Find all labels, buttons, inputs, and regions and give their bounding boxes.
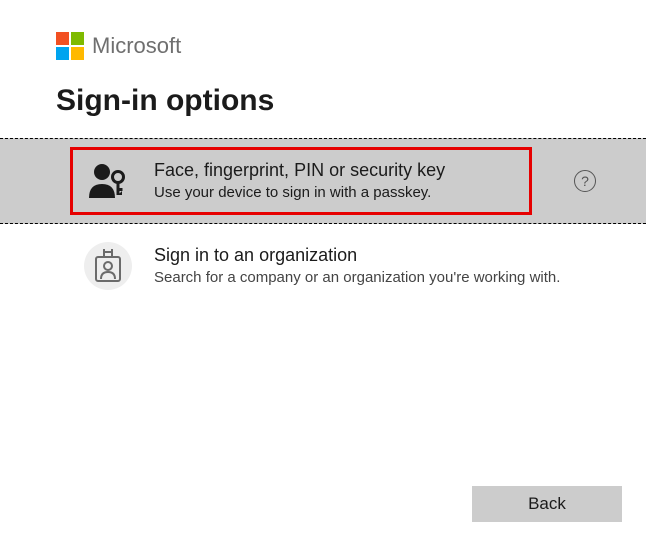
help-icon[interactable]: ? [574,170,596,192]
option-description: Use your device to sign in with a passke… [154,183,554,203]
passkey-icon [84,157,132,205]
brand-name: Microsoft [92,33,181,59]
option-organization[interactable]: Sign in to an organization Search for a … [0,224,646,308]
brand-header: Microsoft [56,32,590,60]
microsoft-logo-icon [56,32,84,60]
option-title: Sign in to an organization [154,245,590,266]
option-description: Search for a company or an organization … [154,268,590,288]
sign-in-options-list: Face, fingerprint, PIN or security key U… [0,138,646,308]
badge-icon [84,242,132,290]
option-title: Face, fingerprint, PIN or security key [154,160,554,181]
page-title: Sign-in options [56,84,590,118]
back-button[interactable]: Back [472,486,622,522]
option-passkey[interactable]: Face, fingerprint, PIN or security key U… [0,138,646,224]
